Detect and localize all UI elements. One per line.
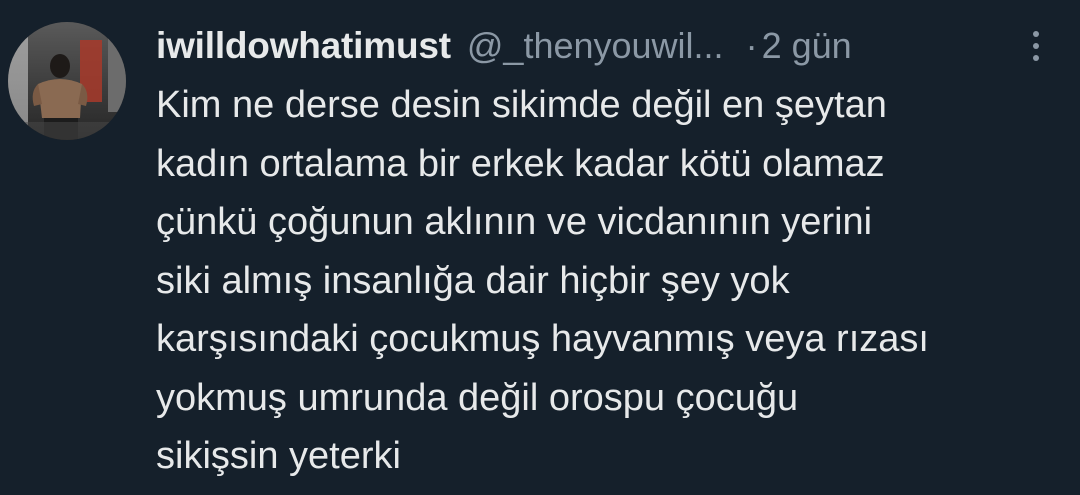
more-vertical-icon-dot: [1033, 43, 1039, 49]
tweet-text-line: kadın ortalama bir erkek kadar kötü olam…: [156, 142, 885, 185]
more-vertical-icon-dot: [1033, 55, 1039, 61]
tweet-text-line: sikişsin yeterki: [156, 435, 401, 477]
tweet-text-line: Kim ne derse desin sikimde değil en şeyt…: [156, 84, 887, 126]
tweet-text-line: karşısındaki çocukmuş hayvanmış veya rız…: [156, 318, 929, 360]
timestamp[interactable]: 2 gün: [762, 25, 852, 67]
tweet-header: iwilldowhatimust @_thenyouwil... · 2 gün: [156, 18, 1060, 74]
tweet[interactable]: iwilldowhatimust @_thenyouwil... · 2 gün…: [0, 0, 1080, 495]
display-name[interactable]: iwilldowhatimust: [156, 25, 451, 67]
profile-photo: [8, 22, 126, 140]
more-options-button[interactable]: [1018, 26, 1054, 66]
avatar[interactable]: [8, 22, 126, 140]
tweet-text-line: çünkü çoğunun aklının ve vicdanının yeri…: [156, 201, 873, 243]
more-vertical-icon: [1033, 31, 1039, 37]
tweet-text-line: siki almış insanlığa dair hiçbir şey yok: [156, 259, 790, 302]
separator-dot: ·: [745, 25, 758, 66]
user-handle[interactable]: @_thenyouwil...: [467, 25, 724, 67]
tweet-text: Kim ne derse desin sikimde değil en şeyt…: [156, 76, 1076, 486]
tweet-text-line: yokmuş umrunda değil orospu çocuğu: [156, 376, 799, 419]
